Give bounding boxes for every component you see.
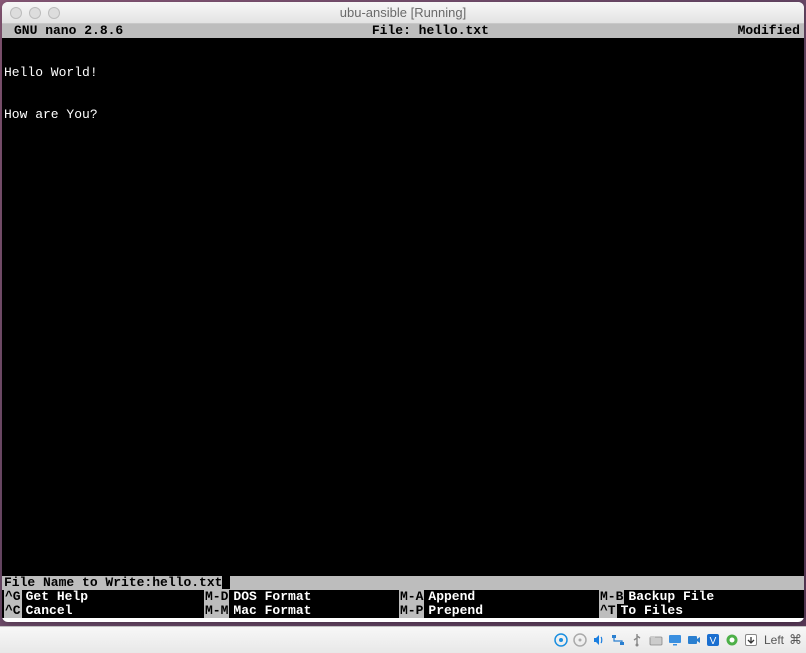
cursor-icon bbox=[222, 576, 230, 589]
traffic-lights bbox=[2, 7, 60, 19]
nano-header: GNU nano 2.8.6 File: hello.txt Modified bbox=[2, 24, 804, 38]
network-icon[interactable] bbox=[610, 632, 626, 648]
minimize-button[interactable] bbox=[29, 7, 41, 19]
vm-status-bar: V Left ⌘ bbox=[0, 626, 806, 653]
editor-line: How are You? bbox=[4, 108, 802, 122]
editor-body[interactable]: Hello World! How are You? bbox=[2, 38, 804, 576]
usb-icon[interactable] bbox=[629, 632, 645, 648]
shortcut-prepend[interactable]: M-P Prepend bbox=[399, 604, 599, 618]
editor-line: Hello World! bbox=[4, 66, 802, 80]
zoom-button[interactable] bbox=[48, 7, 60, 19]
display-icon[interactable] bbox=[667, 632, 683, 648]
margin-strip bbox=[2, 618, 804, 622]
shortcut-mac-format[interactable]: M-M Mac Format bbox=[204, 604, 399, 618]
status-icons: V bbox=[553, 632, 759, 648]
guest-additions-icon[interactable]: V bbox=[705, 632, 721, 648]
shortcut-backup-file[interactable]: M-B Backup File bbox=[599, 590, 802, 604]
disk-icon[interactable] bbox=[553, 632, 569, 648]
prompt-label: File Name to Write: bbox=[4, 576, 152, 590]
svg-text:V: V bbox=[710, 636, 717, 647]
titlebar: ubu-ansible [Running] bbox=[2, 2, 804, 24]
window-title: ubu-ansible [Running] bbox=[2, 5, 804, 20]
audio-icon[interactable] bbox=[591, 632, 607, 648]
prompt-value[interactable]: hello.txt bbox=[152, 576, 222, 590]
shortcut-cancel[interactable]: ^C Cancel bbox=[4, 604, 204, 618]
keyboard-capture-icon[interactable] bbox=[743, 632, 759, 648]
shared-folders-icon[interactable] bbox=[648, 632, 664, 648]
shortcut-append[interactable]: M-A Append bbox=[399, 590, 599, 604]
nano-version: GNU nano 2.8.6 bbox=[6, 24, 123, 38]
shortcut-dos-format[interactable]: M-D DOS Format bbox=[204, 590, 399, 604]
filename-prompt[interactable]: File Name to Write: hello.txt bbox=[2, 576, 804, 590]
optical-icon[interactable] bbox=[572, 632, 588, 648]
recording-icon[interactable] bbox=[686, 632, 702, 648]
nano-modified-label: Modified bbox=[738, 24, 800, 38]
command-key-icon: ⌘ bbox=[789, 632, 802, 648]
mouse-integration-icon[interactable] bbox=[724, 632, 740, 648]
vm-window: ubu-ansible [Running] GNU nano 2.8.6 Fil… bbox=[2, 2, 804, 622]
shortcut-row: ^G Get Help M-D DOS Format M-A Append M-… bbox=[4, 590, 802, 604]
shortcut-get-help[interactable]: ^G Get Help bbox=[4, 590, 204, 604]
host-key-label: Left bbox=[762, 633, 786, 647]
nano-file-label: File: hello.txt bbox=[123, 24, 737, 38]
terminal[interactable]: GNU nano 2.8.6 File: hello.txt Modified … bbox=[2, 24, 804, 622]
shortcut-row: ^C Cancel M-M Mac Format M-P Prepend ^T … bbox=[4, 604, 802, 618]
close-button[interactable] bbox=[10, 7, 22, 19]
shortcut-to-files[interactable]: ^T To Files bbox=[599, 604, 802, 618]
shortcut-bar: ^G Get Help M-D DOS Format M-A Append M-… bbox=[2, 590, 804, 618]
